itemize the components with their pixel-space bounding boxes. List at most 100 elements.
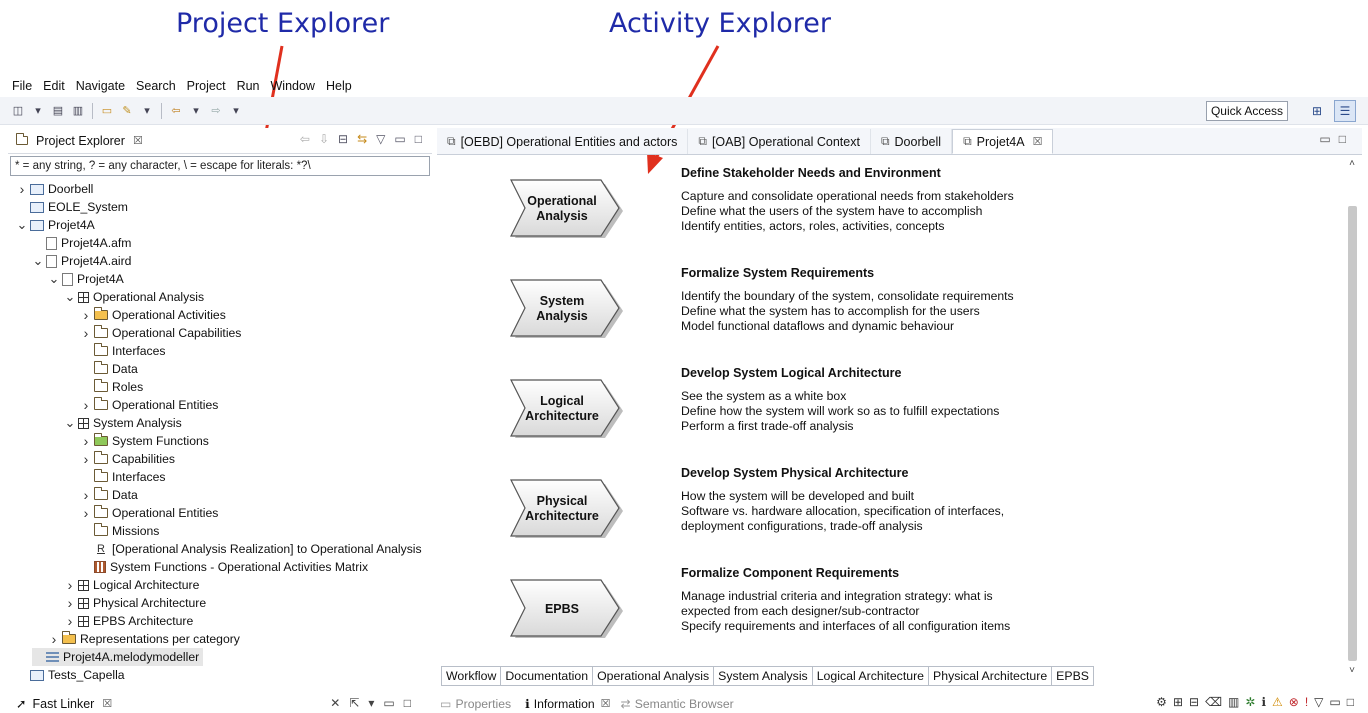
- editor-window-controls[interactable]: ▭□: [1319, 132, 1354, 146]
- tree-item[interactable]: ⌄ Projet4A.aird: [32, 252, 132, 270]
- collapse-chevron-icon[interactable]: ›: [64, 577, 76, 593]
- menu-project[interactable]: Project: [187, 79, 226, 93]
- error-filter-icon[interactable]: ⊗: [1289, 695, 1299, 709]
- collapse-chevron-icon[interactable]: ›: [64, 613, 76, 629]
- close-icon[interactable]: ☒: [133, 134, 143, 147]
- editor-tab[interactable]: ⧉ Projet4A ☒: [952, 129, 1054, 154]
- menu-window[interactable]: Window: [271, 79, 315, 93]
- expand-chevron-icon[interactable]: ⌄: [32, 253, 44, 269]
- expand-chevron-icon[interactable]: ⌄: [48, 271, 60, 287]
- information-tab[interactable]: Information: [534, 697, 595, 711]
- view-menu-icon[interactable]: ▽: [1314, 695, 1323, 709]
- editor-tab[interactable]: ⧉ Doorbell: [871, 129, 953, 154]
- fast-linker-toolbar[interactable]: ✕⇱▾▭□: [330, 696, 420, 710]
- scroll-down-icon[interactable]: ˅: [1346, 665, 1358, 676]
- properties-tab[interactable]: Properties: [456, 697, 512, 711]
- collapse-chevron-icon[interactable]: ›: [80, 451, 92, 467]
- vertical-scrollbar[interactable]: ˄ ˅: [1346, 158, 1358, 676]
- tree-item[interactable]: › Operational Capabilities: [80, 324, 241, 342]
- forward-icon[interactable]: ⇨: [209, 104, 223, 118]
- tree-item[interactable]: EOLE_System: [16, 198, 128, 216]
- scroll-thumb[interactable]: [1348, 206, 1357, 661]
- export-icon[interactable]: ▥: [1228, 695, 1239, 709]
- phase-title-link[interactable]: Develop System Physical Architecture: [681, 466, 1041, 480]
- tree-item[interactable]: › EPBS Architecture: [64, 612, 194, 630]
- save-icon[interactable]: ▤: [51, 104, 65, 118]
- quick-access-field[interactable]: Quick Access: [1205, 101, 1288, 121]
- back-nav-icon[interactable]: ⇦: [300, 132, 310, 146]
- tree-item[interactable]: Interfaces: [80, 342, 166, 360]
- collapse-chevron-icon[interactable]: ›: [80, 307, 92, 323]
- phase-chevron-button[interactable]: EPBS: [509, 578, 623, 640]
- open-perspective-icon[interactable]: ⊞: [1306, 100, 1328, 122]
- tree-item[interactable]: › Representations per category: [48, 630, 240, 648]
- tree-item[interactable]: › Capabilities: [80, 450, 175, 468]
- save-all-icon[interactable]: ▥: [71, 104, 85, 118]
- collapse-chevron-icon[interactable]: ›: [80, 487, 92, 503]
- collapse-chevron-icon[interactable]: ›: [80, 433, 92, 449]
- collapse-icon[interactable]: ⊟: [1189, 695, 1199, 709]
- refresh-icon[interactable]: ⚙: [1156, 695, 1167, 709]
- warning-filter-icon[interactable]: ⚠: [1272, 695, 1283, 709]
- collapse-chevron-icon[interactable]: ›: [80, 397, 92, 413]
- collapse-chevron-icon[interactable]: ›: [80, 505, 92, 521]
- close-icon[interactable]: ☒: [102, 697, 112, 710]
- phase-title-link[interactable]: Develop System Logical Architecture: [681, 366, 1041, 380]
- link-editor-icon[interactable]: ⇆: [357, 132, 367, 146]
- tree-item[interactable]: › Operational Entities: [80, 396, 218, 414]
- expand-icon[interactable]: ⊞: [1173, 695, 1183, 709]
- tree-item[interactable]: ⌄ Projet4A: [16, 216, 95, 234]
- phase-title-link[interactable]: Define Stakeholder Needs and Environment: [681, 166, 1041, 180]
- tree-item[interactable]: › System Functions: [80, 432, 209, 450]
- minimize-icon[interactable]: ▭: [1329, 695, 1340, 709]
- menu-search[interactable]: Search: [136, 79, 176, 93]
- tree-item[interactable]: Roles: [80, 378, 143, 396]
- dropdown-icon[interactable]: ▾: [31, 104, 45, 118]
- expand-chevron-icon[interactable]: ⌄: [64, 289, 76, 305]
- alert-icon[interactable]: !: [1305, 695, 1308, 709]
- menu-edit[interactable]: Edit: [43, 79, 65, 93]
- minimize-icon[interactable]: ▭: [394, 132, 405, 146]
- tree-item[interactable]: › Operational Activities: [80, 306, 226, 324]
- scroll-up-icon[interactable]: ˄: [1346, 158, 1358, 169]
- page-tab[interactable]: Documentation: [501, 667, 594, 685]
- capella-perspective-icon[interactable]: ☰: [1334, 100, 1356, 122]
- info-filter-icon[interactable]: ℹ: [1261, 695, 1266, 709]
- menu-file[interactable]: File: [12, 79, 32, 93]
- tree-item[interactable]: Projet4A.melodymodeller: [32, 648, 204, 666]
- tree-item[interactable]: ⌄ Operational Analysis: [64, 288, 205, 306]
- close-icon[interactable]: ☒: [601, 697, 611, 710]
- maximize-icon[interactable]: □: [1347, 695, 1354, 709]
- collapse-chevron-icon[interactable]: ›: [64, 595, 76, 611]
- phase-chevron-button[interactable]: System Analysis: [509, 278, 623, 340]
- page-tab[interactable]: System Analysis: [714, 667, 813, 685]
- tree-item[interactable]: System Functions - Operational Activitie…: [80, 558, 368, 576]
- collapse-chevron-icon[interactable]: ›: [16, 181, 28, 197]
- maximize-icon[interactable]: □: [415, 132, 422, 146]
- menu-navigate[interactable]: Navigate: [76, 79, 125, 93]
- page-tab[interactable]: Physical Architecture: [929, 667, 1053, 685]
- phase-title-link[interactable]: Formalize Component Requirements: [681, 566, 1041, 580]
- phase-chevron-button[interactable]: Physical Architecture: [509, 478, 623, 540]
- filter-input[interactable]: [10, 156, 430, 176]
- collapse-chevron-icon[interactable]: ›: [80, 325, 92, 341]
- tree-item[interactable]: Projet4A.afm: [32, 234, 131, 252]
- page-tab[interactable]: Operational Analysis: [593, 667, 715, 685]
- fast-linker-view-tab[interactable]: ➚ Fast Linker ☒ ✕⇱▾▭□: [8, 694, 432, 713]
- collapse-chevron-icon[interactable]: ›: [48, 631, 60, 647]
- down-nav-icon[interactable]: ⇩: [319, 132, 329, 146]
- page-tab[interactable]: Logical Architecture: [813, 667, 930, 685]
- open-folder-icon[interactable]: ▭: [100, 104, 114, 118]
- phase-title-link[interactable]: Formalize System Requirements: [681, 266, 1041, 280]
- tree-item[interactable]: R [Operational Analysis Realization] to O…: [80, 540, 422, 558]
- page-tab[interactable]: Workflow: [442, 667, 502, 685]
- back-icon[interactable]: ⇦: [169, 104, 183, 118]
- page-tab[interactable]: EPBS: [1052, 667, 1093, 685]
- editor-tab[interactable]: ⧉ [OAB] Operational Context: [688, 129, 871, 154]
- dropdown-icon[interactable]: ▾: [140, 104, 154, 118]
- dropdown-icon[interactable]: ▾: [229, 104, 243, 118]
- tree-item[interactable]: ⌄ System Analysis: [64, 414, 182, 432]
- close-icon[interactable]: ☒: [1033, 135, 1043, 148]
- validate-icon[interactable]: ✲: [1245, 695, 1255, 709]
- tree-item[interactable]: Tests_Capella: [16, 666, 125, 684]
